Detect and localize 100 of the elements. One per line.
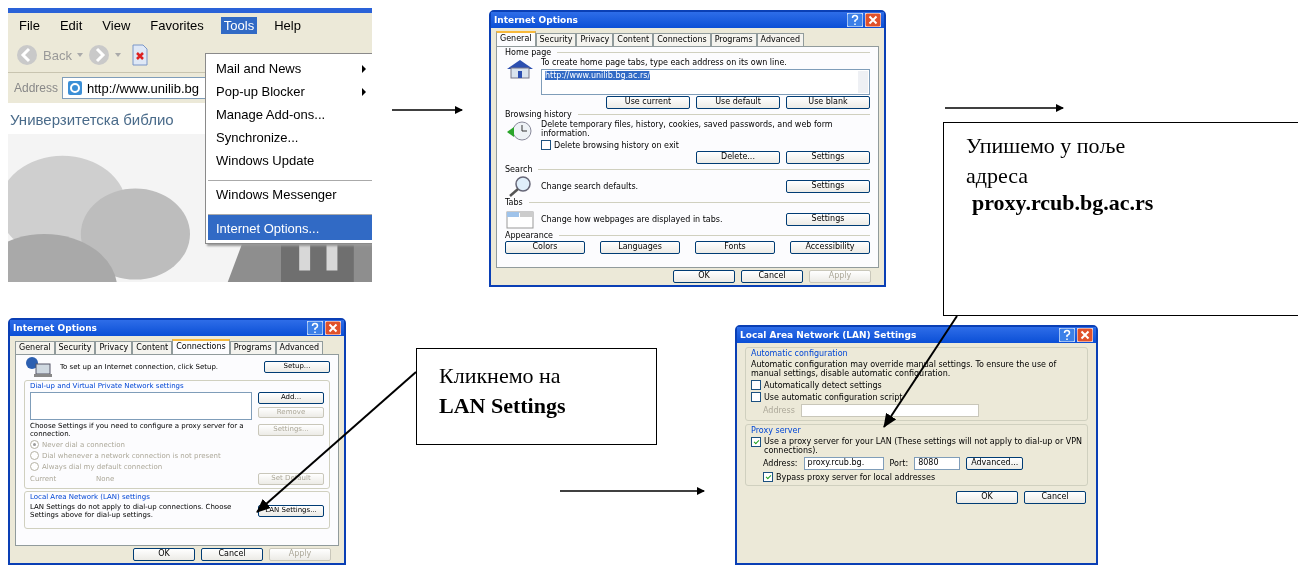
description-text: Change how webpages are displayed in tabs. (541, 214, 724, 224)
checkbox-box[interactable] (541, 140, 551, 151)
callout-text: Кликнемо на (439, 362, 562, 390)
dialog-button[interactable]: OK (133, 548, 195, 561)
tab[interactable]: Advanced (756, 33, 805, 46)
address-field[interactable]: proxy.rcub.bg. (803, 457, 884, 471)
description-text: Delete temporary files, history, cookies, saved passwords, and web form information. (541, 120, 834, 139)
tab[interactable]: Content (613, 33, 654, 46)
menu-item[interactable]: Help (271, 17, 304, 34)
menu-item[interactable]: File (16, 17, 43, 34)
window-title: Internet Options (13, 323, 98, 333)
close-icon[interactable] (1077, 328, 1093, 342)
dialog-button[interactable]: Colors (505, 241, 585, 254)
dialog-button[interactable]: Fonts (695, 241, 775, 254)
radio-button[interactable] (30, 451, 39, 461)
tab[interactable]: Privacy (576, 33, 614, 46)
checkbox[interactable]: Use automatic configuration script (751, 392, 1082, 403)
checkbox-box[interactable] (751, 392, 761, 403)
menu-item[interactable]: Tools (220, 17, 258, 34)
checkbox-box[interactable] (751, 437, 761, 448)
help-icon[interactable] (1059, 328, 1075, 342)
stop-icon[interactable] (131, 44, 148, 66)
section-heading: Tabs (505, 198, 523, 208)
window-title: Local Area Network (LAN) Settings (740, 330, 918, 340)
port-field[interactable]: 8080 (914, 457, 961, 471)
callout-emphasis: LAN Settings (439, 391, 567, 420)
menu-item[interactable]: Windows Update (208, 149, 372, 172)
settings-button[interactable]: Settings (786, 212, 870, 226)
checkbox-label: Automatically detect settings (764, 380, 882, 390)
address-text-area[interactable]: http://www.unilib.bg.ac.rs/ (541, 69, 870, 96)
submenu-arrow-icon (362, 64, 366, 73)
dialog-button[interactable]: Cancel (201, 548, 263, 561)
section-heading: Appearance (505, 231, 554, 241)
dialog-button[interactable]: Languages (600, 241, 680, 254)
address-field[interactable] (800, 404, 979, 418)
menu-item[interactable]: Windows Messenger (208, 180, 372, 206)
menu-item[interactable]: View (99, 17, 134, 34)
tab[interactable]: Privacy (95, 341, 133, 354)
field-label: Address (763, 406, 795, 416)
tab[interactable]: Connections (172, 339, 230, 354)
tab[interactable]: Connections (653, 33, 711, 46)
field-label: Port: (889, 459, 909, 469)
menu-item[interactable]: Favorites (147, 17, 207, 34)
tab[interactable]: Security (535, 33, 577, 46)
dialog-button[interactable]: Use current (606, 96, 690, 109)
house-icon (505, 58, 535, 80)
menu-item[interactable]: Manage Add-ons... (208, 103, 372, 126)
page-icon (67, 80, 84, 96)
checkbox-label: Bypass proxy server for local addresses (776, 472, 936, 482)
tab[interactable]: General (496, 31, 536, 46)
close-icon[interactable] (865, 13, 881, 27)
checkbox-box[interactable] (751, 380, 761, 391)
clock-icon (505, 120, 535, 142)
dialog-button[interactable]: Delete... (696, 151, 780, 165)
checkbox[interactable]: Automatically detect settings (751, 380, 1082, 391)
dialog-button[interactable]: Accessibility (790, 241, 870, 254)
advanced-button[interactable]: Advanced... (966, 457, 1024, 471)
section-heading: Search (505, 165, 533, 175)
radio-button[interactable] (30, 462, 39, 472)
menu-item[interactable]: Synchronize... (208, 126, 372, 149)
group-heading: Proxy server (751, 426, 802, 436)
tab[interactable]: Content (132, 341, 173, 354)
checkbox-label: Delete browsing history on exit (554, 140, 679, 150)
dialog-button[interactable]: Use default (696, 96, 780, 109)
tab[interactable]: Security (54, 341, 96, 354)
radio-button[interactable] (30, 440, 39, 450)
help-icon[interactable] (847, 13, 863, 27)
checkbox-box[interactable] (763, 472, 773, 483)
tabs-icon (505, 208, 535, 231)
close-icon[interactable] (325, 321, 341, 335)
arrow (391, 106, 463, 114)
computer-icon (24, 356, 54, 378)
menu-item[interactable]: Mail and News (208, 57, 372, 80)
page-heading: Универзитетска библио (9, 111, 174, 128)
section-heading: Home page (505, 48, 552, 57)
tab[interactable]: General (15, 341, 55, 354)
help-icon[interactable] (307, 321, 323, 335)
dialog-button[interactable]: Settings (786, 151, 870, 165)
dialog-button[interactable]: Cancel (1024, 491, 1086, 505)
menu-item[interactable]: Internet Options... (208, 214, 372, 240)
group-heading: Automatic configuration (751, 349, 849, 358)
tab[interactable]: Programs (710, 33, 757, 46)
hint-text: To create home page tabs, type each address on its own line. (541, 58, 788, 68)
address-label: Address (14, 81, 59, 95)
scroll-bar[interactable] (858, 71, 868, 94)
list-box[interactable] (30, 392, 252, 420)
tab[interactable]: Advanced (275, 341, 324, 354)
dialog-button[interactable]: OK (956, 491, 1018, 505)
dialog-button[interactable]: OK (673, 270, 735, 283)
dialog-button[interactable]: Use blank (786, 96, 870, 109)
submenu-arrow-icon (362, 87, 366, 96)
menu-item[interactable]: Edit (56, 17, 86, 34)
dialog-button[interactable]: Cancel (741, 270, 803, 283)
window-title: Internet Options (494, 15, 579, 25)
checkbox[interactable]: Delete browsing history on exit (541, 140, 870, 151)
checkbox[interactable]: Bypass proxy server for local addresses (751, 472, 1082, 483)
section-heading: Browsing history (505, 110, 572, 119)
field-label: Address: (763, 459, 798, 469)
tab[interactable]: Programs (229, 341, 276, 354)
settings-button[interactable]: Settings (786, 179, 870, 193)
